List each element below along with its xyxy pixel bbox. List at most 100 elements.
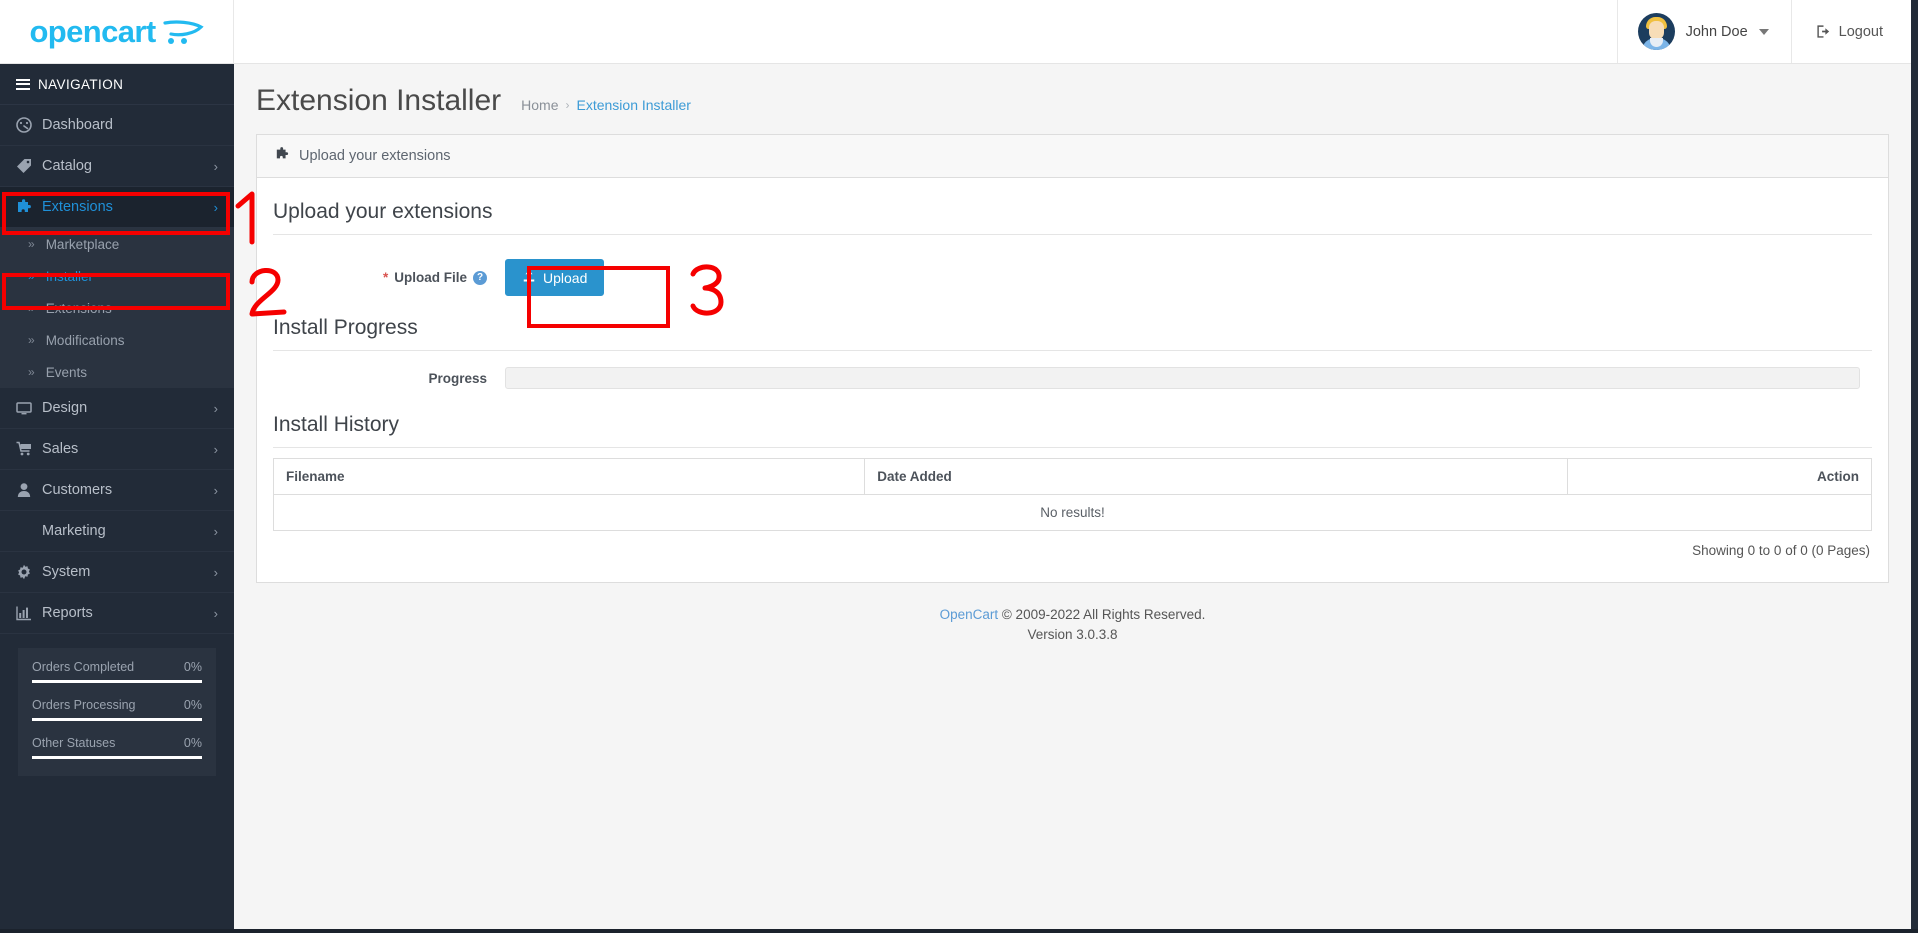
panel-header-title: Upload your extensions bbox=[299, 148, 451, 164]
double-chevron-icon: » bbox=[28, 237, 35, 251]
bar-chart-icon bbox=[16, 605, 42, 621]
breadcrumb-separator: › bbox=[566, 98, 570, 112]
stat-orders-completed: Orders Completed 0% bbox=[32, 660, 202, 686]
sidebar-item-chevron: › bbox=[214, 524, 218, 539]
progress-section-legend: Install Progress bbox=[273, 310, 1872, 351]
install-history-table: Filename Date Added Action No results! bbox=[273, 458, 1872, 531]
upload-button-label: Upload bbox=[543, 270, 587, 286]
double-chevron-icon: » bbox=[28, 365, 35, 379]
sidebar-subitem-installer[interactable]: » Installer bbox=[0, 260, 234, 292]
sidebar-item-catalog[interactable]: Catalog › bbox=[0, 146, 234, 187]
sidebar-item-label: Dashboard bbox=[42, 117, 218, 133]
user-icon bbox=[16, 482, 42, 498]
stat-label: Orders Processing bbox=[32, 698, 136, 712]
sidebar-item-sales[interactable]: Sales › bbox=[0, 429, 234, 470]
breadcrumb-home[interactable]: Home bbox=[521, 97, 558, 113]
sidebar-subitem-label: Marketplace bbox=[46, 237, 120, 252]
breadcrumb: Home › Extension Installer bbox=[521, 97, 691, 113]
sidebar-item-marketing[interactable]: Marketing › bbox=[0, 511, 234, 552]
hamburger-icon bbox=[16, 79, 30, 90]
right-edge-strip bbox=[1911, 0, 1918, 933]
stat-other-statuses: Other Statuses 0% bbox=[32, 736, 202, 762]
sidebar-subitem-marketplace[interactable]: » Marketplace bbox=[0, 228, 234, 260]
opencart-link[interactable]: OpenCart bbox=[940, 607, 999, 622]
logout-icon bbox=[1816, 24, 1831, 39]
double-chevron-icon: » bbox=[28, 333, 35, 347]
stat-value: 0% bbox=[184, 660, 202, 674]
history-section-legend: Install History bbox=[273, 407, 1872, 448]
main-content: Extension Installer Home › Extension Ins… bbox=[234, 64, 1911, 933]
install-history-table-wrap: Filename Date Added Action No results! S… bbox=[273, 458, 1872, 560]
stat-label: Orders Completed bbox=[32, 660, 134, 674]
sidebar-item-design[interactable]: Design › bbox=[0, 388, 234, 429]
sidebar-item-chevron: › bbox=[214, 200, 218, 215]
sidebar-item-chevron: › bbox=[214, 606, 218, 621]
footer-version: Version 3.0.3.8 bbox=[234, 625, 1911, 645]
sidebar: NAVIGATION Dashboard Catalog › Extension… bbox=[0, 64, 234, 933]
opencart-admin-window: opencart John Doe bbox=[0, 0, 1918, 933]
sidebar-subitem-label: Events bbox=[46, 365, 87, 380]
sidebar-item-label: Reports bbox=[42, 605, 214, 621]
empty-results-cell: No results! bbox=[274, 495, 1872, 531]
double-chevron-icon: » bbox=[28, 269, 35, 283]
chevron-down-icon bbox=[1759, 29, 1769, 35]
stat-orders-processing: Orders Processing 0% bbox=[32, 698, 202, 724]
upload-icon bbox=[522, 269, 536, 286]
sidebar-item-system[interactable]: System › bbox=[0, 552, 234, 593]
sidebar-item-label: Design bbox=[42, 400, 214, 416]
sidebar-item-label: System bbox=[42, 564, 214, 580]
page-header: Extension Installer Home › Extension Ins… bbox=[234, 64, 1911, 134]
sidebar-item-label: Marketing bbox=[42, 523, 214, 539]
stat-value: 0% bbox=[184, 736, 202, 750]
sidebar-subnav-extensions: » Marketplace » Installer » Extensions »… bbox=[0, 228, 234, 388]
sidebar-subitem-extensions[interactable]: » Extensions bbox=[0, 292, 234, 324]
sidebar-item-chevron: › bbox=[214, 159, 218, 174]
page-footer: OpenCart © 2009-2022 All Rights Reserved… bbox=[234, 583, 1911, 646]
progress-label: Progress bbox=[273, 371, 505, 386]
panel-header: Upload your extensions bbox=[257, 135, 1888, 178]
stat-progress-bar bbox=[32, 756, 202, 759]
panel-body: Upload your extensions * Upload File ? U… bbox=[257, 178, 1888, 582]
sidebar-item-chevron: › bbox=[214, 442, 218, 457]
footer-copyright-line: OpenCart © 2009-2022 All Rights Reserved… bbox=[234, 605, 1911, 625]
sidebar-item-chevron: › bbox=[214, 565, 218, 580]
sidebar-item-label: Extensions bbox=[42, 199, 214, 215]
dashboard-icon bbox=[16, 117, 42, 133]
pagination-summary: Showing 0 to 0 of 0 (0 Pages) bbox=[273, 531, 1872, 560]
upload-file-label: * Upload File ? bbox=[273, 270, 505, 285]
column-action: Action bbox=[1568, 459, 1872, 495]
stat-label: Other Statuses bbox=[32, 736, 115, 750]
logout-button[interactable]: Logout bbox=[1791, 0, 1911, 63]
tag-icon bbox=[16, 158, 42, 174]
breadcrumb-current[interactable]: Extension Installer bbox=[577, 97, 691, 113]
sidebar-item-customers[interactable]: Customers › bbox=[0, 470, 234, 511]
puzzle-icon bbox=[16, 199, 42, 215]
install-progress-row: Progress bbox=[273, 351, 1872, 407]
navigation-header: NAVIGATION bbox=[0, 64, 234, 105]
topbar-right-group: John Doe Logout bbox=[1617, 0, 1911, 63]
order-status-stats: Orders Completed 0% Orders Processing 0%… bbox=[18, 648, 216, 776]
sidebar-item-dashboard[interactable]: Dashboard bbox=[0, 105, 234, 146]
table-row: No results! bbox=[274, 495, 1872, 531]
sidebar-item-reports[interactable]: Reports › bbox=[0, 593, 234, 634]
top-header-bar: opencart John Doe bbox=[0, 0, 1911, 64]
sidebar-subitem-events[interactable]: » Events bbox=[0, 356, 234, 388]
gear-icon bbox=[16, 564, 42, 580]
progress-bar bbox=[505, 367, 1860, 389]
sidebar-subitem-label: Installer bbox=[46, 269, 93, 284]
sidebar-item-extensions[interactable]: Extensions › bbox=[0, 187, 234, 228]
brand-logo-cell[interactable]: opencart bbox=[0, 0, 234, 63]
avatar bbox=[1638, 13, 1675, 50]
sidebar-subitem-modifications[interactable]: » Modifications bbox=[0, 324, 234, 356]
bottom-edge-strip bbox=[0, 929, 1918, 933]
double-chevron-icon: » bbox=[28, 301, 35, 315]
stat-progress-bar bbox=[32, 680, 202, 683]
installer-panel: Upload your extensions Upload your exten… bbox=[256, 134, 1889, 583]
navigation-header-label: NAVIGATION bbox=[38, 77, 123, 92]
cart-icon bbox=[16, 441, 42, 457]
upload-button[interactable]: Upload bbox=[505, 259, 604, 296]
brand-logo: opencart bbox=[29, 16, 203, 47]
page-title: Extension Installer bbox=[256, 86, 501, 116]
question-mark-icon[interactable]: ? bbox=[473, 271, 487, 285]
user-menu[interactable]: John Doe bbox=[1617, 0, 1791, 63]
